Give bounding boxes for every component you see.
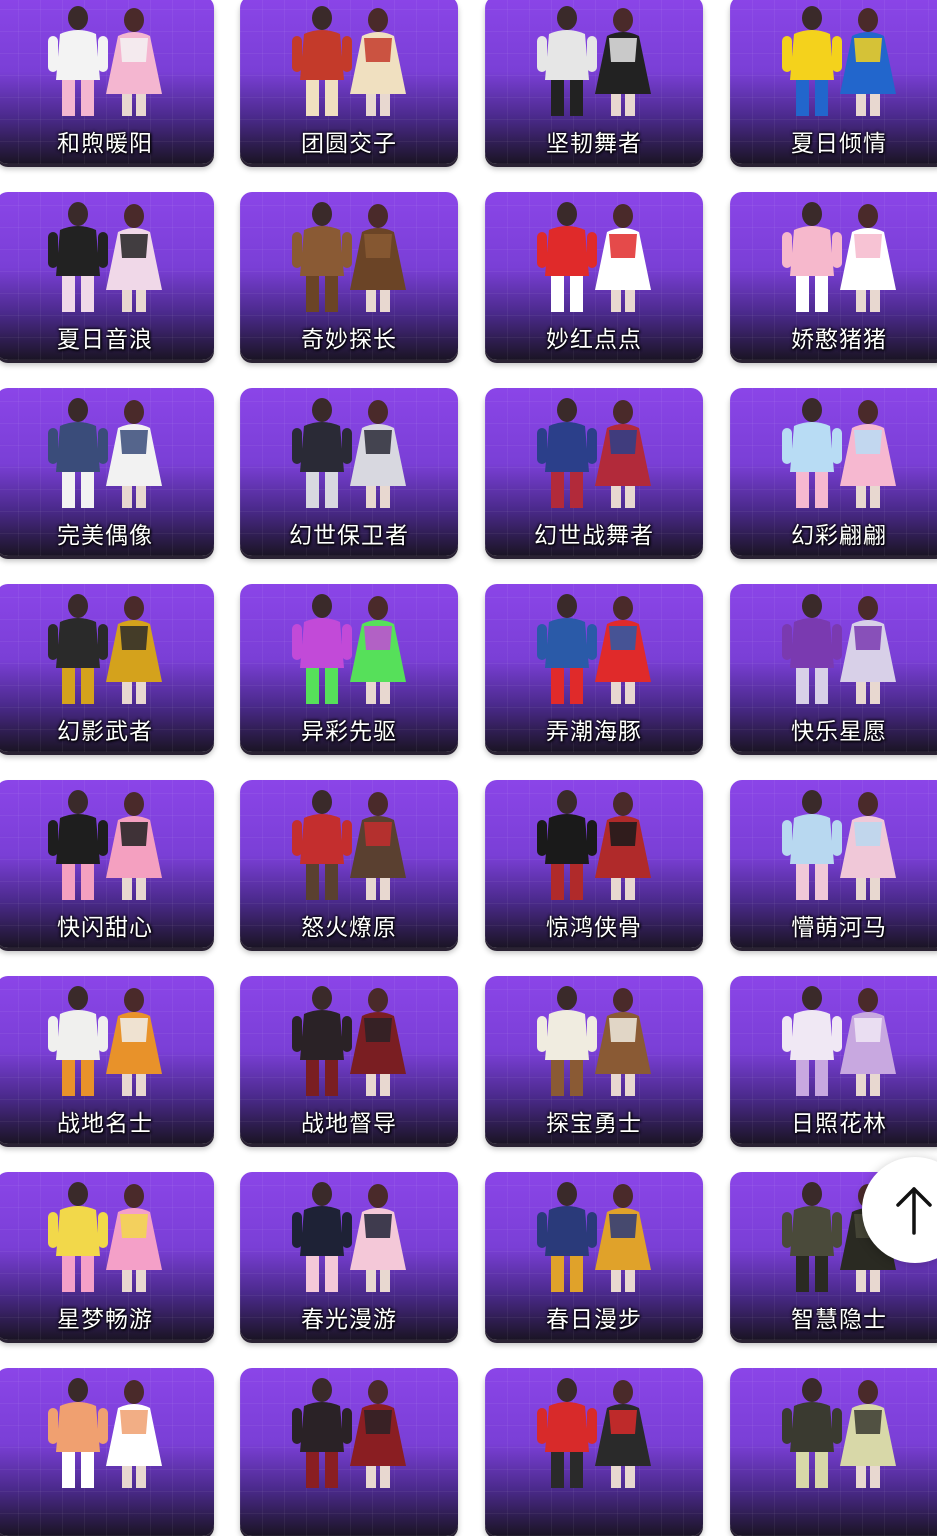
outfit-card[interactable]: 春光漫游 (240, 1172, 458, 1340)
outfit-name: 探宝勇士 (546, 1111, 642, 1137)
outfit-image (292, 398, 406, 508)
outfit-image (292, 986, 406, 1096)
outfit-image (782, 202, 896, 312)
outfit-image (292, 1182, 406, 1292)
outfit-card[interactable]: 坚韧舞者 (485, 0, 703, 164)
outfit-name: 快闪甜心 (57, 915, 153, 941)
outfit-card[interactable]: 快闪甜心 (0, 780, 214, 948)
outfit-image (782, 594, 896, 704)
outfit-image (537, 790, 651, 900)
outfit-image (292, 790, 406, 900)
outfit-card[interactable] (485, 1368, 703, 1536)
outfit-card[interactable]: 怒火燎原 (240, 780, 458, 948)
outfit-name: 日照花林 (791, 1111, 887, 1137)
outfit-grid: 和煦暖阳 团圆交子 坚韧舞者 夏日倾情夏日音浪 奇妙探长 妙红点点 娇憨猪猪完美偶像 幻世保卫… (0, 0, 937, 1536)
outfit-name: 弄潮海豚 (546, 719, 642, 745)
outfit-name: 幻彩翩翩 (791, 523, 887, 549)
outfit-card[interactable] (730, 1368, 937, 1536)
outfit-card[interactable]: 幻彩翩翩 (730, 388, 937, 556)
outfit-image (537, 1182, 651, 1292)
outfit-card[interactable]: 弄潮海豚 (485, 584, 703, 752)
outfit-card[interactable] (0, 1368, 214, 1536)
outfit-name: 春日漫步 (546, 1307, 642, 1333)
outfit-card[interactable]: 春日漫步 (485, 1172, 703, 1340)
outfit-card[interactable]: 快乐星愿 (730, 584, 937, 752)
outfit-image (537, 6, 651, 116)
outfit-card[interactable]: 日照花林 (730, 976, 937, 1144)
outfit-name: 怒火燎原 (301, 915, 397, 941)
outfit-name: 娇憨猪猪 (791, 327, 887, 353)
outfit-image (48, 790, 162, 900)
outfit-image (537, 986, 651, 1096)
outfit-image (48, 1378, 162, 1488)
outfit-name: 幻世保卫者 (289, 523, 409, 549)
outfit-card[interactable]: 夏日倾情 (730, 0, 937, 164)
outfit-image (537, 594, 651, 704)
outfit-image (537, 1378, 651, 1488)
outfit-image (48, 986, 162, 1096)
arrow-up-icon (896, 1187, 932, 1235)
outfit-name: 春光漫游 (301, 1307, 397, 1333)
outfit-name: 奇妙探长 (301, 327, 397, 353)
outfit-card[interactable]: 星梦畅游 (0, 1172, 214, 1340)
outfit-image (292, 202, 406, 312)
outfit-name: 和煦暖阳 (57, 131, 153, 157)
outfit-name: 坚韧舞者 (546, 131, 642, 157)
outfit-name: 夏日音浪 (57, 327, 153, 353)
outfit-name: 夏日倾情 (791, 131, 887, 157)
outfit-card[interactable]: 完美偶像 (0, 388, 214, 556)
outfit-name: 快乐星愿 (791, 719, 887, 745)
outfit-image (782, 790, 896, 900)
outfit-image (537, 398, 651, 508)
outfit-name: 战地督导 (301, 1111, 397, 1137)
outfit-name: 妙红点点 (546, 327, 642, 353)
outfit-card[interactable]: 惊鸿侠骨 (485, 780, 703, 948)
outfit-image (782, 6, 896, 116)
outfit-card[interactable]: 战地督导 (240, 976, 458, 1144)
outfit-name: 惊鸿侠骨 (546, 915, 642, 941)
outfit-name: 战地名士 (57, 1111, 153, 1137)
outfit-card[interactable]: 幻影武者 (0, 584, 214, 752)
outfit-card[interactable] (240, 1368, 458, 1536)
outfit-image (48, 594, 162, 704)
outfit-card[interactable]: 异彩先驱 (240, 584, 458, 752)
outfit-card[interactable]: 和煦暖阳 (0, 0, 214, 164)
outfit-card[interactable]: 战地名士 (0, 976, 214, 1144)
outfit-card[interactable]: 奇妙探长 (240, 192, 458, 360)
outfit-image (782, 398, 896, 508)
outfit-image (782, 1378, 896, 1488)
outfit-image (48, 6, 162, 116)
outfit-card[interactable]: 探宝勇士 (485, 976, 703, 1144)
outfit-card[interactable]: 幻世战舞者 (485, 388, 703, 556)
outfit-name: 团圆交子 (301, 131, 397, 157)
outfit-name: 完美偶像 (57, 523, 153, 549)
outfit-image (48, 202, 162, 312)
outfit-name: 智慧隐士 (791, 1307, 887, 1333)
outfit-card[interactable]: 幻世保卫者 (240, 388, 458, 556)
outfit-image (782, 986, 896, 1096)
outfit-image (48, 398, 162, 508)
outfit-card[interactable]: 妙红点点 (485, 192, 703, 360)
outfit-name: 懵萌河马 (791, 915, 887, 941)
outfit-name: 异彩先驱 (301, 719, 397, 745)
outfit-name: 星梦畅游 (57, 1307, 153, 1333)
outfit-card[interactable]: 团圆交子 (240, 0, 458, 164)
outfit-image (292, 594, 406, 704)
outfit-card[interactable]: 懵萌河马 (730, 780, 937, 948)
outfit-card[interactable]: 娇憨猪猪 (730, 192, 937, 360)
outfit-card[interactable]: 夏日音浪 (0, 192, 214, 360)
outfit-name: 幻世战舞者 (534, 523, 654, 549)
outfit-name: 幻影武者 (57, 719, 153, 745)
outfit-image (292, 6, 406, 116)
outfit-image (292, 1378, 406, 1488)
outfit-image (537, 202, 651, 312)
outfit-image (48, 1182, 162, 1292)
